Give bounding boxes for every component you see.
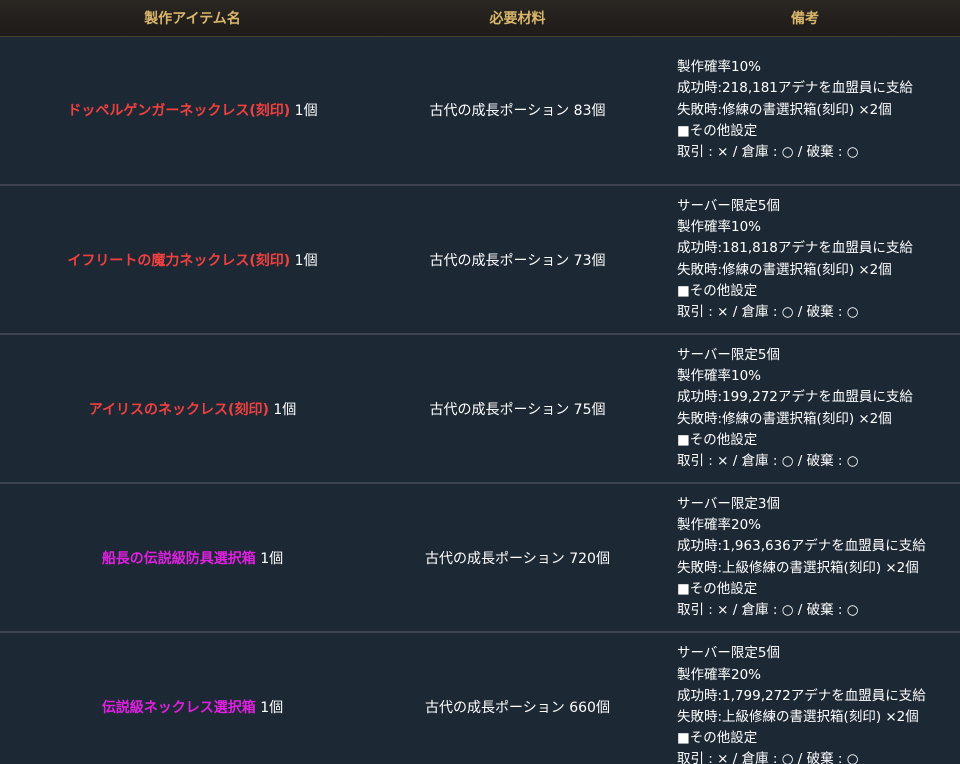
item-name: ドッペルゲンガーネックレス(刻印) [67,103,291,120]
item-quantity: 1個 [294,252,318,269]
note-line: 取引 : × / 倉庫 : ○ / 破棄 : ○ [677,751,859,764]
header-notes: 備考 [650,0,960,37]
note-line: サーバー限定5個 [677,197,780,214]
item-name-cell: 伝説級ネックレス選択箱 1個 [0,631,385,764]
note-line: サーバー限定5個 [677,645,780,662]
table-row: ドッペルゲンガーネックレス(刻印) 1個 古代の成長ポーション 83個 製作確率10… [0,36,960,185]
note-line: サーバー限定3個 [677,495,780,512]
material-cell: 古代の成長ポーション 83個 [429,103,606,120]
item-name-cell: イフリートの魔力ネックレス(刻印) 1個 [0,184,385,334]
table-row: 伝説級ネックレス選択箱 1個 古代の成長ポーション 660個 サーバー限定5個 製作確… [0,631,960,764]
note-line: 失敗時:上級修練の書選択箱(刻印) ×2個 [677,559,919,576]
item-name: イフリートの魔力ネックレス(刻印) [67,252,291,269]
note-line: ■その他設定 [677,431,758,448]
notes-cell: サーバー限定5個 製作確率10% 成功時:181,818アデナを血盟員に支給 失敗時:… [650,184,960,334]
header-material: 必要材料 [385,0,650,37]
item-quantity: 1個 [273,401,297,418]
table-row: 船長の伝説級防具選択箱 1個 古代の成長ポーション 720個 サーバー限定3個 製作確… [0,482,960,632]
note-line: 製作確率10% [677,219,762,236]
note-line: ■その他設定 [677,122,758,139]
note-line: 製作確率10% [677,368,762,385]
item-name-cell: ドッペルゲンガーネックレス(刻印) 1個 [0,36,385,185]
notes-cell: サーバー限定5個 製作確率10% 成功時:199,272アデナを血盟員に支給 失敗時:… [650,333,960,483]
item-name: 伝説級ネックレス選択箱 [101,700,256,716]
note-line: 成功時:218,181アデナを血盟員に支給 [677,80,913,97]
notes-cell: 製作確率10% 成功時:218,181アデナを血盟員に支給 失敗時:修練の書選択箱(… [650,36,960,185]
note-line: 成功時:1,963,636アデナを血盟員に支給 [677,538,926,555]
table-row: アイリスのネックレス(刻印) 1個 古代の成長ポーション 75個 サーバー限定5個製… [0,333,960,483]
item-name-cell: 船長の伝説級防具選択箱 1個 [0,482,385,632]
header-item-name: 製作アイテム名 [0,0,385,37]
crafting-table: 製作アイテム名 必要材料 備考 ドッペルゲンガーネックレス(刻印) 1個 古代の成… [0,0,960,764]
note-line: ■その他設定 [677,282,758,299]
table-row: イフリートの魔力ネックレス(刻印) 1個 古代の成長ポーション 73個 サーバー限定… [0,184,960,334]
note-line: 成功時:1,799,272アデナを血盟員に支給 [677,687,926,704]
note-line: 失敗時:修練の書選択箱(刻印) ×2個 [677,261,892,278]
material-cell: 古代の成長ポーション 660個 [385,631,650,764]
item-quantity: 1個 [260,700,284,716]
note-line: 取引 : × / 倉庫 : ○ / 破棄 : ○ [677,452,859,469]
item-name: 船長の伝説級防具選択箱 [101,550,256,567]
note-line: ■その他設定 [677,730,758,747]
material-cell: 古代の成長ポーション 75個 [385,333,650,483]
note-line: 製作確率20% [677,517,762,534]
note-line: 取引 : × / 倉庫 : ○ / 破棄 : ○ [677,144,859,161]
item-name: アイリスのネックレス(刻印) [88,401,269,418]
note-line: サーバー限定5個 [677,346,780,363]
note-line: 製作確率10% [677,59,762,76]
note-line: 取引 : × / 倉庫 : ○ / 破棄 : ○ [677,601,859,618]
item-name-cell: アイリスのネックレス(刻印) 1個 [0,333,385,483]
note-line: 成功時:181,818アデナを血盟員に支給 [677,240,913,257]
note-line: ■その他設定 [677,580,758,597]
material-cell: 古代の成長ポーション 720個 [385,482,650,632]
material-cell: 古代の成長ポーション 73個 [385,184,650,334]
note-line: 取引 : × / 倉庫 : ○ / 破棄 : ○ [677,303,859,320]
note-line: 成功時:199,272アデナを血盟員に支給 [677,389,913,406]
note-line: 失敗時:修練の書選択箱(刻印) ×2個 [677,101,892,118]
note-line: 失敗時:修練の書選択箱(刻印) ×2個 [677,410,892,427]
notes-cell: サーバー限定3個 製作確率20% 成功時:1,963,636アデナを血盟員に支給 失敗… [650,482,960,632]
item-quantity: 1個 [260,550,284,567]
item-quantity: 1個 [294,103,318,120]
note-line: 製作確率20% [677,666,762,683]
note-line: 失敗時:上級修練の書選択箱(刻印) ×2個 [677,709,919,725]
notes-cell: サーバー限定5個 製作確率20% 成功時:1,799,272アデナを血盟員に支給 失敗… [650,631,960,764]
table-header-row: 製作アイテム名 必要材料 備考 [0,0,960,37]
